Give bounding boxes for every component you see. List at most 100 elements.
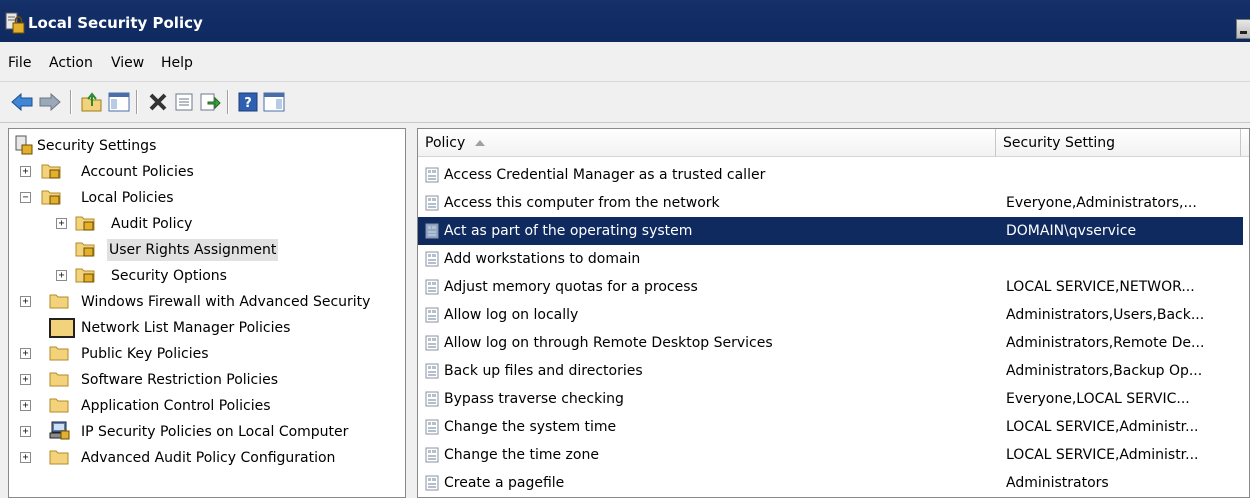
up-folder-icon[interactable] bbox=[80, 90, 104, 114]
console-tree[interactable]: Security Settings + Account Policies − L… bbox=[8, 128, 406, 498]
tree-item-public-key-policies[interactable]: + Public Key Policies bbox=[9, 341, 405, 367]
expand-toggle[interactable]: + bbox=[20, 452, 31, 463]
forward-icon[interactable] bbox=[38, 90, 62, 114]
menu-view[interactable]: View bbox=[111, 55, 144, 71]
column-header-label: Policy bbox=[425, 135, 466, 151]
table-row[interactable]: Access Credential Manager as a trusted c… bbox=[418, 161, 1243, 189]
policy-name: Access Credential Manager as a trusted c… bbox=[444, 167, 766, 183]
policy-setting-icon bbox=[425, 167, 439, 183]
menu-bar: File Action View Help bbox=[0, 42, 1250, 82]
policy-setting-icon bbox=[425, 447, 439, 463]
policy-setting-icon bbox=[425, 251, 439, 267]
table-row[interactable]: Allow log on locally Administrators,Users… bbox=[418, 301, 1243, 329]
export-list-icon[interactable] bbox=[198, 90, 222, 114]
tree-item-local-policies[interactable]: − Local Policies bbox=[9, 185, 405, 211]
policy-list[interactable]: Policy Security Setting Access Credentia… bbox=[417, 128, 1250, 498]
policy-setting-icon bbox=[425, 307, 439, 323]
tree-label: Network List Manager Policies bbox=[81, 320, 291, 336]
security-setting-value: LOCAL SERVICE,Administr... bbox=[1006, 447, 1199, 463]
security-setting-value: Administrators,Backup Op... bbox=[1006, 363, 1203, 379]
delete-icon[interactable] bbox=[146, 90, 170, 114]
tree-item-software-restriction[interactable]: + Software Restriction Policies bbox=[9, 367, 405, 393]
expand-toggle[interactable]: + bbox=[20, 348, 31, 359]
folder-icon bbox=[49, 372, 69, 387]
tree-item-security-settings[interactable]: Security Settings bbox=[9, 133, 405, 159]
policy-name: Allow log on locally bbox=[444, 307, 579, 323]
expand-toggle[interactable]: + bbox=[20, 296, 31, 307]
security-setting-value: Administrators,Users,Back... bbox=[1006, 307, 1205, 323]
folder-icon bbox=[49, 346, 69, 361]
table-row[interactable]: Access this computer from the network Eve… bbox=[418, 189, 1243, 217]
table-row[interactable]: Add workstations to domain bbox=[418, 245, 1243, 273]
collapse-toggle[interactable]: − bbox=[20, 192, 31, 203]
menu-file[interactable]: File bbox=[8, 55, 31, 71]
tree-label: Software Restriction Policies bbox=[81, 372, 279, 388]
expand-toggle[interactable]: + bbox=[20, 166, 31, 177]
security-settings-icon bbox=[15, 135, 33, 155]
column-header-policy[interactable]: Policy bbox=[418, 129, 996, 157]
policy-name: Allow log on through Remote Desktop Serv… bbox=[444, 335, 773, 351]
tree-label: Application Control Policies bbox=[81, 398, 271, 414]
tree-label: Security Options bbox=[111, 268, 227, 284]
expand-toggle[interactable]: + bbox=[20, 426, 31, 437]
security-policy-app-icon bbox=[5, 12, 25, 34]
security-setting-value: LOCAL SERVICE,Administr... bbox=[1006, 419, 1199, 435]
show-hide-tree-icon[interactable] bbox=[107, 90, 131, 114]
policy-setting-icon bbox=[425, 391, 439, 407]
tree-item-audit-policy[interactable]: + Audit Policy bbox=[9, 211, 405, 237]
sort-ascending-icon bbox=[475, 140, 486, 146]
policy-name: Change the time zone bbox=[444, 447, 599, 463]
policy-folder-icon bbox=[41, 164, 61, 179]
menu-help[interactable]: Help bbox=[161, 55, 193, 71]
table-row[interactable]: Act as part of the operating system DOMAI… bbox=[418, 217, 1243, 245]
tree-item-ip-security[interactable]: + IP Security Policies on Local Computer bbox=[9, 419, 405, 445]
table-row[interactable]: Bypass traverse checking Everyone,LOCAL S… bbox=[418, 385, 1243, 413]
expand-toggle[interactable]: + bbox=[56, 218, 67, 229]
back-icon[interactable] bbox=[10, 90, 34, 114]
table-row[interactable]: Allow log on through Remote Desktop Serv… bbox=[418, 329, 1243, 357]
table-row[interactable]: Create a pagefile Administrators bbox=[418, 469, 1243, 497]
column-header-security-setting[interactable]: Security Setting bbox=[996, 129, 1241, 157]
menu-action[interactable]: Action bbox=[49, 55, 93, 71]
policy-setting-icon bbox=[425, 223, 439, 239]
table-row[interactable]: Back up files and directories Administrat… bbox=[418, 357, 1243, 385]
tree-item-account-policies[interactable]: + Account Policies bbox=[9, 159, 405, 185]
policy-folder-icon bbox=[75, 242, 95, 257]
tree-item-windows-firewall[interactable]: + Windows Firewall with Advanced Securit… bbox=[9, 289, 405, 315]
tree-item-network-list-manager[interactable]: Network List Manager Policies bbox=[9, 315, 405, 341]
tree-item-application-control[interactable]: + Application Control Policies bbox=[9, 393, 405, 419]
minimize-button[interactable] bbox=[1236, 19, 1250, 39]
properties-icon[interactable] bbox=[172, 90, 196, 114]
tree-label: IP Security Policies on Local Computer bbox=[81, 424, 349, 440]
policy-folder-icon bbox=[75, 268, 95, 283]
ip-security-icon bbox=[49, 421, 70, 440]
policy-name: Adjust memory quotas for a process bbox=[444, 279, 698, 295]
security-setting-value: Administrators bbox=[1006, 475, 1109, 491]
tree-label: Local Policies bbox=[81, 190, 174, 206]
table-row[interactable]: Adjust memory quotas for a process LOCAL … bbox=[418, 273, 1243, 301]
show-hide-action-pane-icon[interactable] bbox=[262, 90, 286, 114]
expand-toggle[interactable]: + bbox=[56, 270, 67, 281]
policy-setting-icon bbox=[425, 335, 439, 351]
column-header-filler bbox=[1241, 129, 1249, 157]
table-row[interactable]: Change the system time LOCAL SERVICE,Admi… bbox=[418, 413, 1243, 441]
svg-text:?: ? bbox=[244, 96, 252, 111]
tree-item-security-options[interactable]: + Security Options bbox=[9, 263, 405, 289]
policy-name: Bypass traverse checking bbox=[444, 391, 624, 407]
tree-item-advanced-audit[interactable]: + Advanced Audit Policy Configuration bbox=[9, 445, 405, 471]
security-setting-value: Everyone,LOCAL SERVIC... bbox=[1006, 391, 1190, 407]
expand-toggle[interactable]: + bbox=[20, 400, 31, 411]
tree-label: Audit Policy bbox=[111, 216, 193, 232]
folder-icon bbox=[49, 398, 69, 413]
tree-label: Advanced Audit Policy Configuration bbox=[81, 450, 336, 466]
help-icon[interactable]: ? bbox=[236, 90, 260, 114]
toolbar: ? bbox=[0, 82, 1250, 123]
security-setting-value: DOMAIN\qvservice bbox=[1006, 223, 1137, 239]
toolbar-separator bbox=[227, 90, 229, 114]
security-setting-value: Everyone,Administrators,... bbox=[1006, 195, 1197, 211]
policy-name: Back up files and directories bbox=[444, 363, 643, 379]
expand-toggle[interactable]: + bbox=[20, 374, 31, 385]
policy-name: Add workstations to domain bbox=[444, 251, 641, 267]
table-row[interactable]: Change the time zone LOCAL SERVICE,Admini… bbox=[418, 441, 1243, 469]
tree-item-user-rights-assignment[interactable]: User Rights Assignment bbox=[9, 237, 405, 263]
